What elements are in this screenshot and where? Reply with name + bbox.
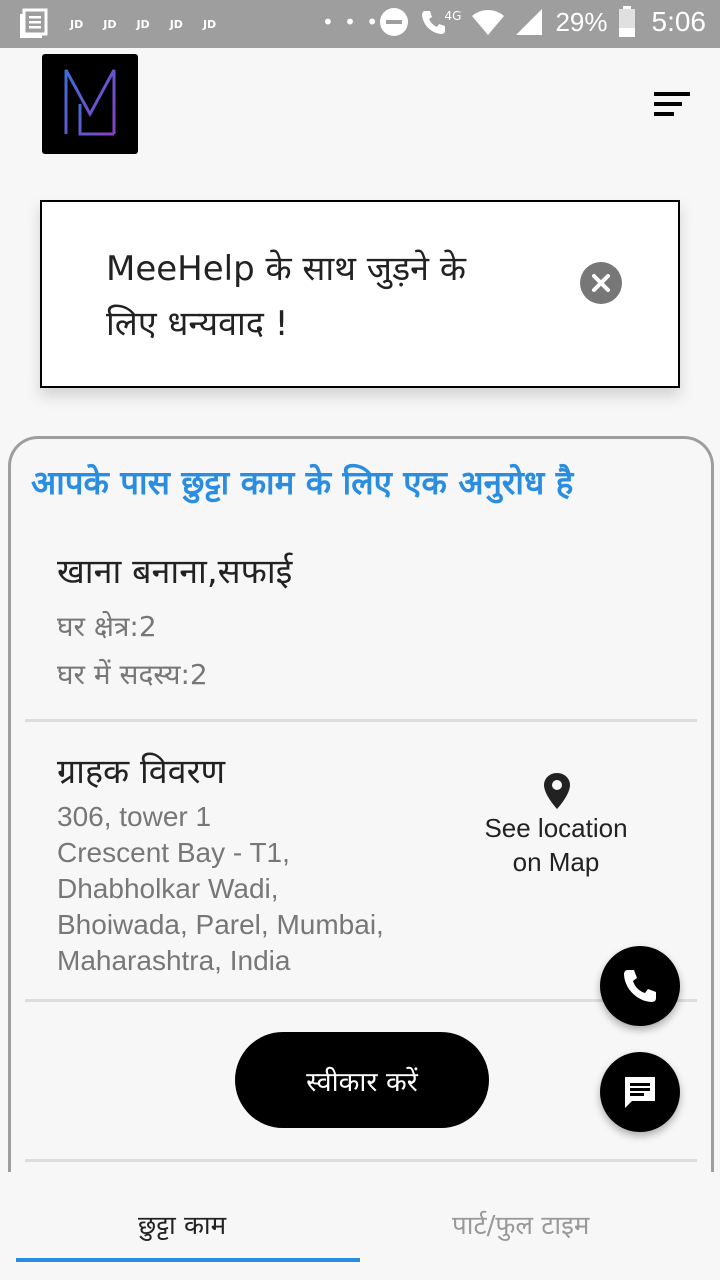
meehelp-logo-icon — [64, 69, 116, 136]
signal-icon — [516, 9, 543, 35]
battery-percent: 29% — [555, 6, 608, 37]
status-bar-system: 4G 29% 5:06 — [369, 6, 706, 38]
bottom-tab-bar: छुट्टा काम पार्ट/फुल टाइम — [0, 1172, 720, 1280]
close-banner-button[interactable] — [580, 262, 622, 304]
jd-notification-icon: JD — [70, 17, 84, 31]
tab-temporary-work[interactable]: छुट्टा काम — [138, 1206, 226, 1242]
address-line: Dhabholkar Wadi, — [57, 873, 279, 904]
address-line: Bhoiwada, Parel, Mumbai, — [57, 909, 384, 940]
address-line: Crescent Bay - T1, — [57, 837, 290, 868]
phone-icon — [624, 970, 656, 1002]
location-pin-icon[interactable] — [539, 771, 575, 811]
status-bar: JD JD JD JD JD • • • 4G 29% 5:06 — [0, 0, 720, 48]
house-area: घर क्षेत्र:2 — [57, 610, 157, 643]
battery-icon — [618, 6, 635, 37]
divider — [25, 999, 697, 1002]
see-location-link[interactable]: See location on Map — [471, 811, 641, 879]
customer-address: 306, tower 1 Crescent Bay - T1, Dhabholk… — [57, 799, 437, 979]
tab-part-full-time[interactable]: पार्ट/फुल टाइम — [452, 1206, 589, 1242]
close-icon — [592, 274, 610, 292]
network-type-label: 4G — [444, 9, 462, 23]
jd-notification-icon: JD — [136, 17, 150, 31]
job-title: खाना बनाना,सफाई — [57, 552, 293, 592]
customer-details-title: ग्राहक विवरण — [57, 752, 226, 792]
welcome-message: MeeHelp के साथ जुड़ने के लिए धन्यवाद ! — [106, 249, 466, 344]
house-members: घर में सदस्य:2 — [57, 658, 208, 691]
jd-notification-icon: JD — [169, 17, 183, 31]
jd-notification-icon: JD — [202, 17, 217, 31]
address-line: Maharashtra, India — [57, 945, 291, 976]
request-heading: आपके पास छुट्टा काम के लिए एक अनुरोध है — [31, 463, 574, 502]
active-tab-indicator — [16, 1258, 360, 1262]
call-button[interactable] — [600, 946, 680, 1026]
news-icon — [20, 8, 48, 38]
divider — [25, 1159, 697, 1162]
jd-notification-icon: JD — [103, 17, 117, 31]
welcome-banner: MeeHelp के साथ जुड़ने के लिए धन्यवाद ! — [40, 200, 680, 388]
dnd-icon — [379, 8, 408, 36]
accept-button[interactable]: स्वीकार करें — [235, 1032, 489, 1128]
app-logo — [42, 54, 138, 154]
see-location-line: See location — [484, 813, 628, 843]
chat-button[interactable] — [600, 1052, 680, 1132]
address-line: 306, tower 1 — [57, 801, 212, 832]
clock: 5:06 — [651, 6, 707, 37]
divider — [25, 719, 697, 722]
chat-icon — [625, 1077, 655, 1108]
status-bar-notifications: JD JD JD JD JD — [18, 8, 216, 40]
wifi-icon — [472, 10, 505, 35]
sort-menu-icon[interactable] — [648, 88, 696, 124]
see-location-line: on Map — [512, 847, 600, 877]
